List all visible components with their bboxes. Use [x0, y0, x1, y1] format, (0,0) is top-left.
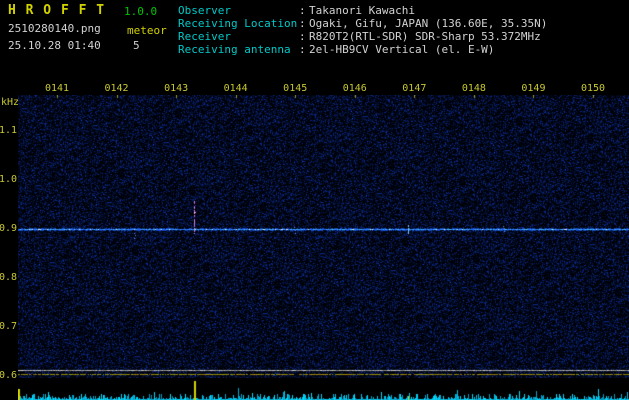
info-row-location: Receiving Location : Ogaki, Gifu, JAPAN … — [178, 17, 547, 30]
start-datetime: 25.10.28 01:40 — [8, 39, 101, 52]
info-colon: : — [299, 17, 306, 30]
info-colon: : — [299, 30, 306, 43]
info-row-receiver: Receiver : R820T2(RTL-SDR) SDR-Sharp 53.… — [178, 30, 547, 43]
time-tick-label: 0149 — [521, 83, 546, 94]
time-tick-label: 0145 — [283, 83, 308, 94]
station-info: Observer : Takanori Kawachi Receiving Lo… — [178, 4, 547, 56]
freq-tick-label: 0.6 — [0, 370, 18, 381]
freq-tick-label: 1.1 — [0, 125, 18, 136]
app-title: H R O F F T — [8, 3, 106, 18]
time-tick-label: 0150 — [580, 83, 606, 94]
freq-tick-label: 0.9 — [0, 223, 18, 234]
info-colon: : — [299, 4, 306, 17]
info-value: R820T2(RTL-SDR) SDR-Sharp 53.372MHz — [309, 30, 541, 43]
info-value: 2el-HB9CV Vertical (el. E-W) — [309, 43, 495, 56]
info-row-observer: Observer : Takanori Kawachi — [178, 4, 547, 17]
info-label: Receiver — [178, 30, 231, 43]
info-label: Receiving antenna — [178, 43, 291, 56]
info-colon: : — [299, 43, 306, 56]
freq-unit-label: kHz — [1, 97, 20, 108]
hrofft-output: H R O F F T 1.0.0 2510280140.png meteor … — [0, 0, 629, 400]
time-tick-label: 0146 — [342, 83, 367, 94]
time-tick-label: 0142 — [104, 83, 129, 94]
output-filename: 2510280140.png — [8, 22, 101, 35]
echo-count: 5 — [133, 39, 140, 52]
info-value: Ogaki, Gifu, JAPAN (136.60E, 35.35N) — [309, 17, 548, 30]
info-value: Takanori Kawachi — [309, 4, 415, 17]
signal-level-strip-canvas — [18, 380, 629, 400]
time-tick-label: 0148 — [461, 83, 486, 94]
time-tick-label: 0143 — [164, 83, 189, 94]
freq-tick-label: 1.0 — [0, 174, 18, 185]
info-label: Receiving Location — [178, 17, 298, 30]
freq-tick-label: 0.8 — [0, 272, 18, 283]
info-row-antenna: Receiving antenna : 2el-HB9CV Vertical (… — [178, 43, 547, 56]
info-label: Observer — [178, 4, 231, 17]
time-tick-label: 0147 — [402, 83, 427, 94]
app-version: 1.0.0 — [124, 5, 158, 18]
time-tick-label: 0141 — [44, 83, 70, 94]
mode-label: meteor — [127, 24, 167, 37]
time-tick-label: 0144 — [223, 83, 248, 94]
spectrogram-canvas — [18, 95, 629, 378]
freq-tick-label: 0.7 — [0, 321, 18, 332]
